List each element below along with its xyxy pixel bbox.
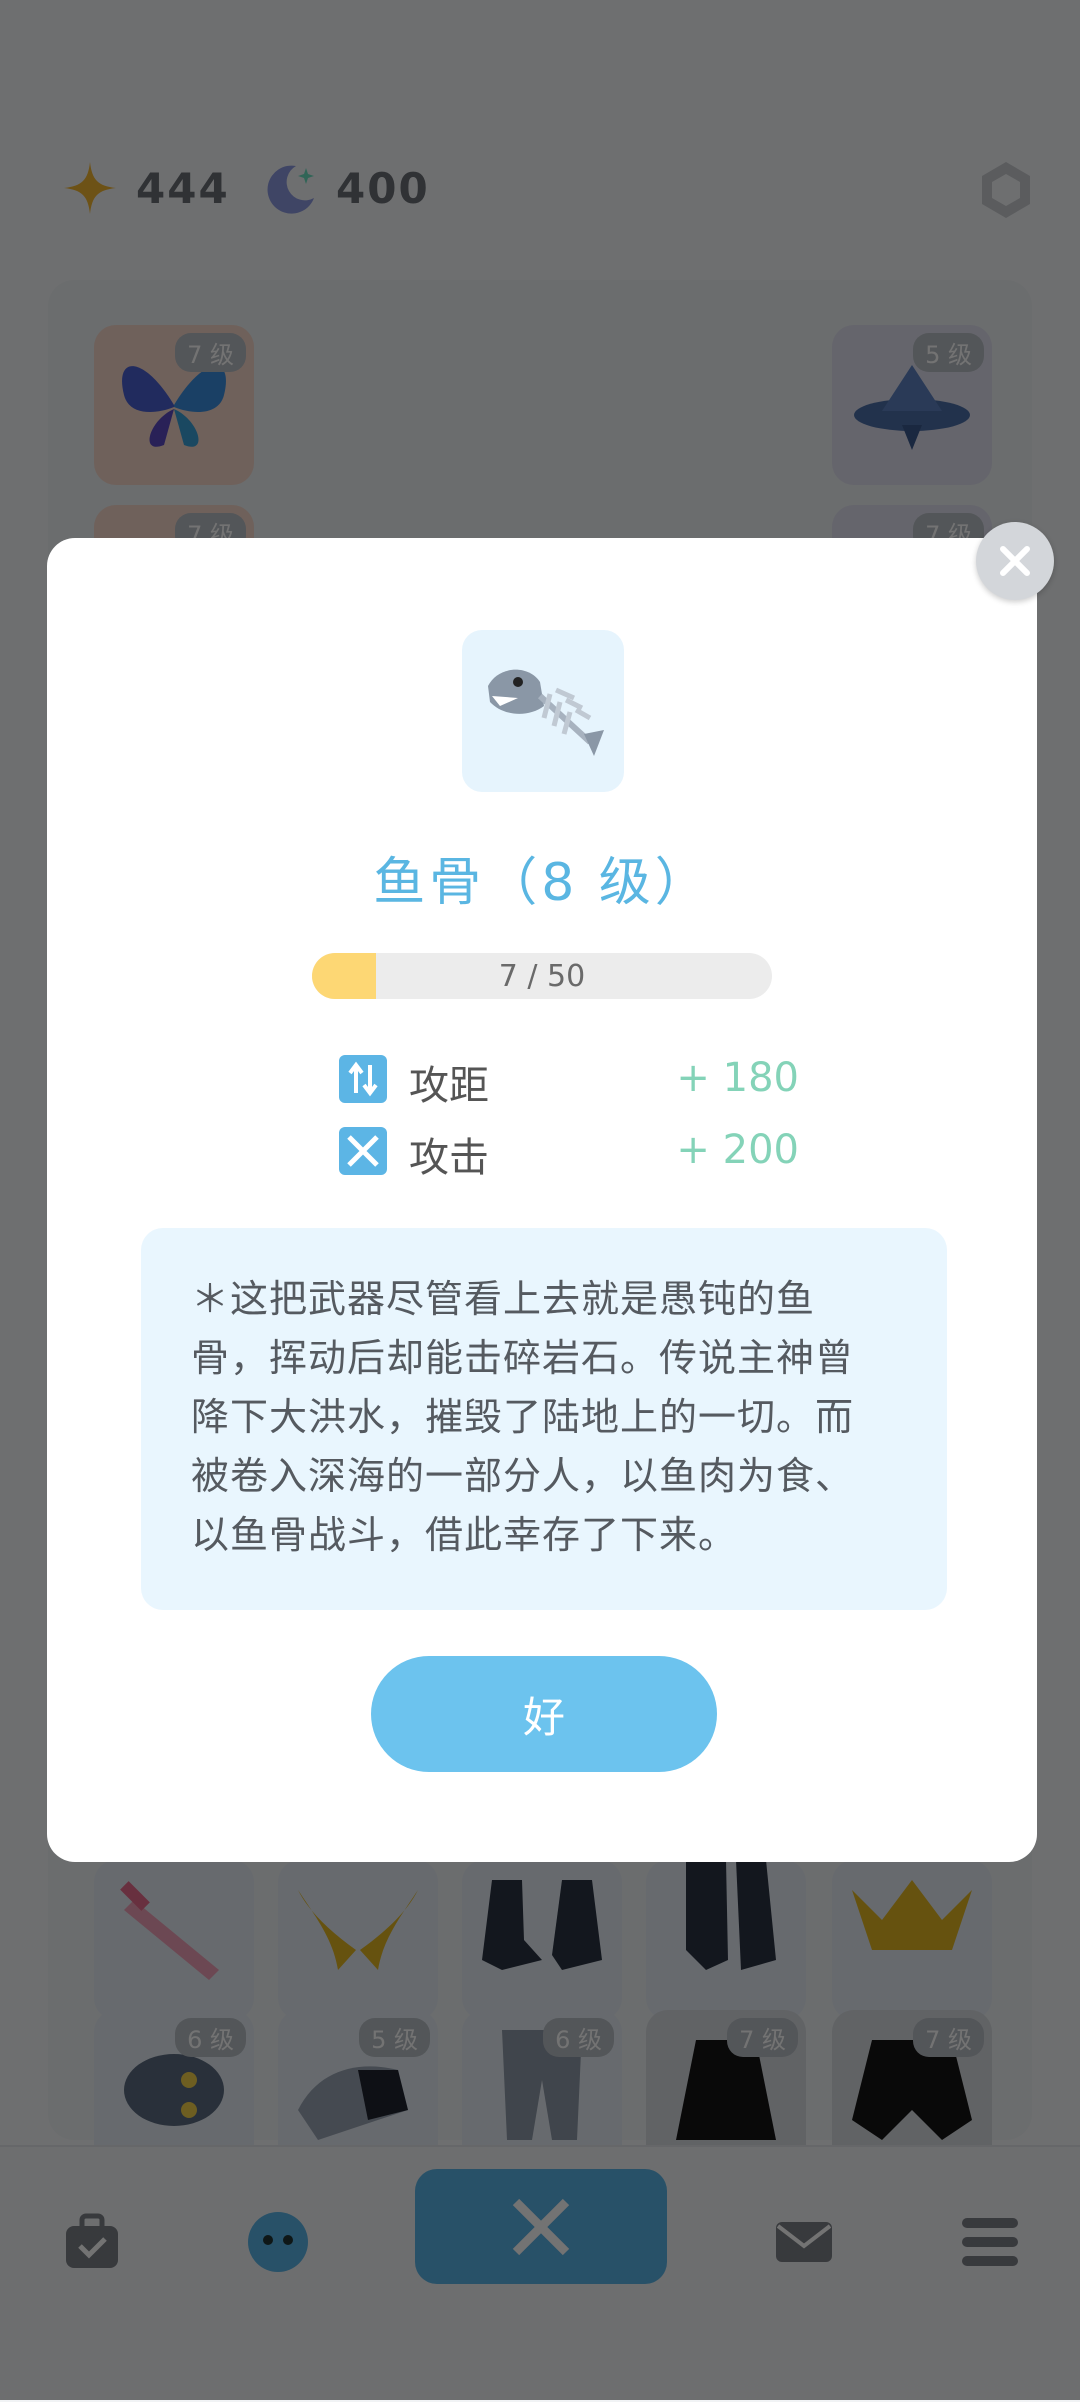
item-title: 鱼骨（8 级） — [373, 853, 711, 913]
description-line: 降下大洪水，摧毁了陆地上的一切。而 — [191, 1395, 855, 1439]
description-line: ＊这把武器尽管看上去就是愚钝的鱼 — [191, 1277, 816, 1321]
description-line: 被卷入深海的一部分人，以鱼肉为食、 — [191, 1454, 855, 1498]
crossed-swords-icon — [339, 1127, 387, 1175]
stat-value: + 180 — [676, 1055, 799, 1101]
progress-text: 7 / 50 — [498, 958, 586, 994]
upgrade-progress-bar: 7 / 50 — [312, 953, 772, 999]
item-icon-frame — [462, 630, 624, 792]
ok-button[interactable]: 好 — [371, 1656, 717, 1772]
item-description: ＊这把武器尽管看上去就是愚钝的鱼 骨，挥动后却能击碎岩石。传说主神曾 降下大洪水… — [141, 1228, 947, 1610]
description-line: 以鱼骨战斗，借此幸存了下来。 — [191, 1513, 738, 1557]
item-detail-dialog: 鱼骨（8 级） 7 / 50 攻距 + 180 攻击 + 200 ＊这把武器尽管… — [47, 538, 1037, 1862]
fish-bone-icon — [488, 669, 604, 756]
stat-label: 攻距 — [409, 1063, 489, 1109]
stat-row-attack: 攻击 + 200 — [339, 1123, 799, 1181]
close-icon — [1000, 546, 1030, 576]
stat-label: 攻击 — [409, 1135, 489, 1181]
stat-value: + 200 — [676, 1127, 799, 1173]
description-line: 骨，挥动后却能击碎岩石。传说主神曾 — [191, 1336, 855, 1380]
close-button[interactable] — [976, 522, 1054, 600]
range-arrows-icon — [339, 1055, 387, 1103]
stat-row-range: 攻距 + 180 — [339, 1051, 799, 1109]
